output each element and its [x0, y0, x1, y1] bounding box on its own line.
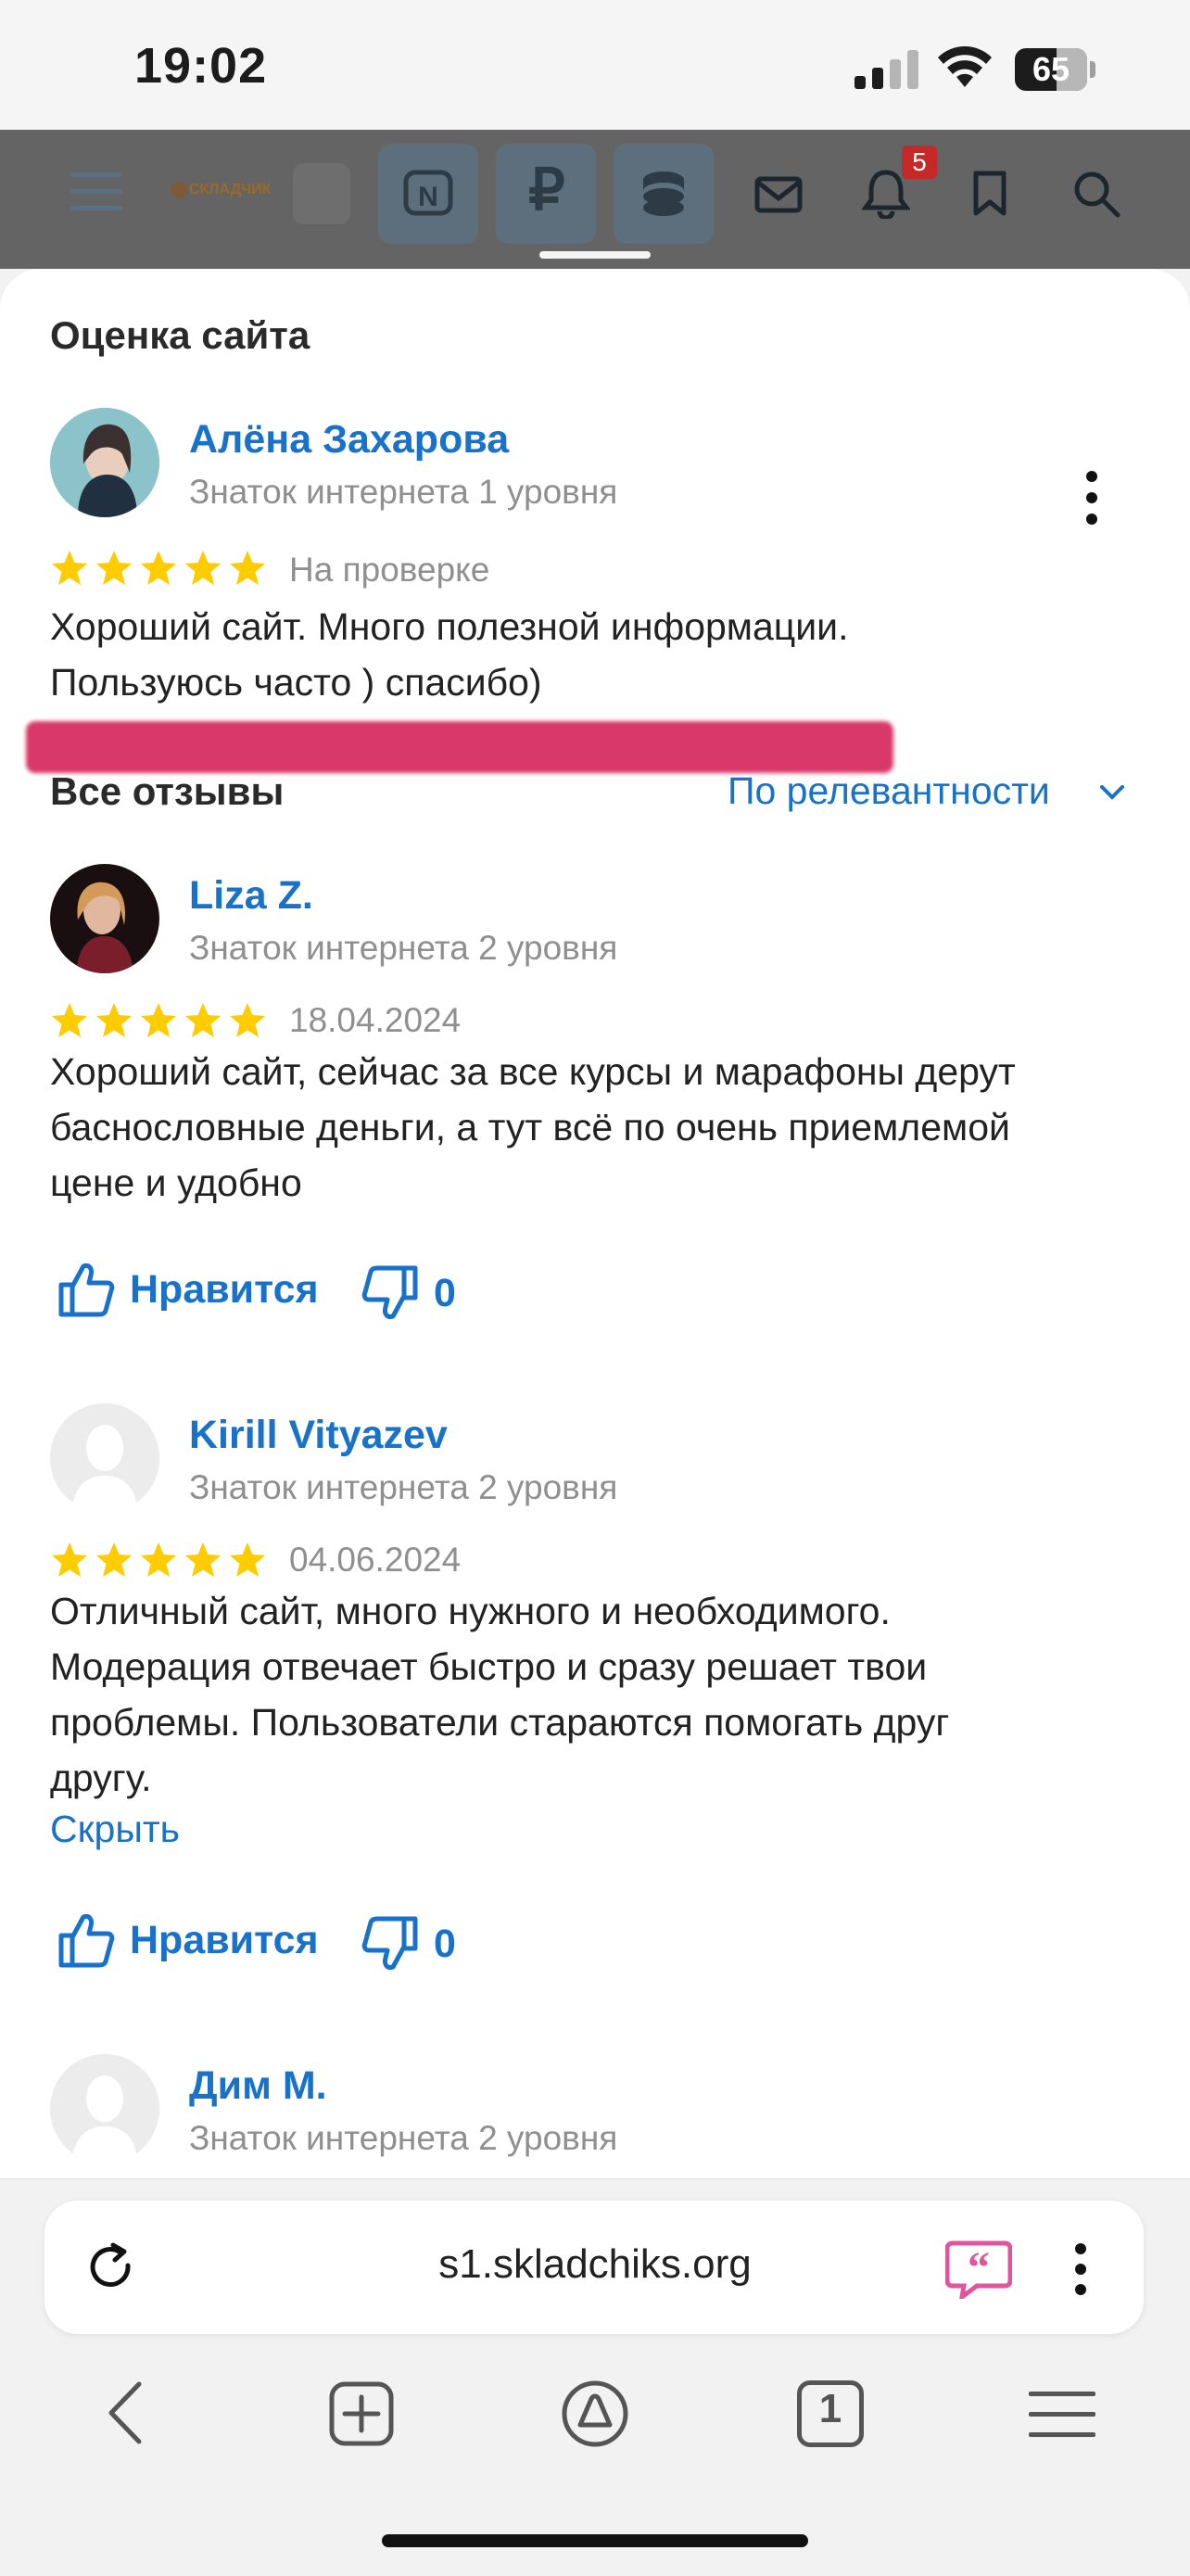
star-icon	[185, 1542, 221, 1577]
thumbs-up-icon	[58, 1263, 115, 1317]
reviewer-name[interactable]: Liza Z.	[189, 873, 313, 919]
star-icon	[141, 551, 176, 585]
svg-text:“: “	[968, 2243, 990, 2292]
quote-chat-icon[interactable]: “	[945, 2240, 1012, 2299]
home-indicator	[382, 2534, 808, 2547]
wifi-icon	[938, 46, 992, 87]
star-icon	[52, 1542, 87, 1577]
site-logo-icon	[171, 182, 187, 198]
star-icon	[96, 1003, 132, 1037]
star-icon	[141, 1003, 176, 1037]
alice-assistant-icon[interactable]	[560, 2379, 630, 2449]
reviewer-level: Знаток интернета 2 уровня	[189, 2119, 618, 2157]
review-text: Отличный сайт, много нужного и необходим…	[50, 1590, 950, 1799]
avatar[interactable]	[50, 2054, 159, 2164]
menu-icon[interactable]	[70, 171, 122, 213]
sort-dropdown[interactable]: По релевантности	[728, 769, 1050, 813]
reviewer-level: Знаток интернета 1 уровня	[189, 473, 618, 511]
dislike-count: 0	[434, 1270, 456, 1315]
user-avatar[interactable]	[293, 163, 350, 224]
star-icon	[96, 551, 132, 585]
tab-count: 1	[818, 2386, 842, 2431]
news-n-icon: N	[403, 170, 453, 216]
star-icon	[185, 551, 221, 585]
battery-level: 65	[1032, 50, 1070, 88]
notification-badge: 5	[902, 146, 937, 179]
dislike-button[interactable]: 0	[360, 1263, 456, 1324]
chevron-down-icon[interactable]	[1099, 784, 1125, 801]
thumbs-down-icon	[361, 1916, 418, 1970]
rating-stars	[50, 1001, 267, 1040]
star-icon	[230, 551, 265, 585]
svg-text:N: N	[418, 182, 438, 212]
review-date: 18.04.2024	[289, 1001, 462, 1039]
review-status: На проверке	[289, 551, 490, 589]
thumbs-down-icon	[361, 1265, 418, 1319]
star-icon	[96, 1542, 132, 1577]
star-icon	[141, 1542, 176, 1577]
reviewer-level: Знаток интернета 2 уровня	[189, 929, 618, 967]
reviewer-name[interactable]: Kirill Vityazev	[189, 1413, 448, 1458]
mail-icon[interactable]	[754, 176, 803, 213]
dislike-button[interactable]: 0	[360, 1913, 456, 1974]
dislike-count: 0	[434, 1921, 456, 1966]
cellular-signal-icon	[855, 50, 918, 89]
search-icon[interactable]	[1071, 169, 1121, 219]
like-label: Нравится	[130, 1917, 319, 1962]
star-icon	[230, 1542, 265, 1577]
avatar[interactable]	[50, 864, 159, 973]
star-icon	[52, 1003, 87, 1037]
thumbs-up-icon	[58, 1914, 115, 1968]
site-logo[interactable]: СКЛАДЧИК	[189, 182, 271, 198]
menu-icon[interactable]	[1027, 2390, 1097, 2438]
all-reviews-title: Все отзывы	[50, 769, 285, 813]
more-options-icon[interactable]	[1071, 2241, 1090, 2297]
star-icon	[230, 1003, 265, 1037]
like-button[interactable]: Нравится	[56, 1910, 319, 1971]
review-date: 04.06.2024	[289, 1541, 462, 1579]
rating-stars	[50, 1541, 267, 1580]
coins-icon	[643, 171, 684, 216]
reviewer-level: Знаток интернета 2 уровня	[189, 1468, 618, 1506]
sheet-grab-handle[interactable]	[539, 251, 651, 259]
star-icon	[185, 1003, 221, 1037]
bookmark-icon[interactable]	[971, 171, 1008, 217]
avatar[interactable]	[50, 1403, 159, 1513]
redaction-mark	[26, 721, 893, 773]
ruble-icon: ₽	[528, 159, 565, 222]
hide-link[interactable]: Скрыть	[50, 1808, 180, 1851]
more-options-icon[interactable]	[1082, 469, 1101, 527]
back-icon[interactable]	[104, 2380, 150, 2445]
like-label: Нравится	[130, 1266, 319, 1312]
star-icon	[52, 551, 87, 585]
new-tab-icon[interactable]	[328, 2380, 395, 2447]
reviewer-name[interactable]: Дим М.	[189, 2063, 327, 2109]
review-text: Хороший сайт, сейчас за все курсы и мара…	[50, 1050, 1016, 1204]
like-button[interactable]: Нравится	[56, 1259, 319, 1320]
reviewer-name[interactable]: Алёна Захарова	[189, 417, 509, 463]
rating-stars	[50, 549, 267, 588]
review-text: Хороший сайт. Много полезной информации.…	[50, 605, 849, 704]
avatar[interactable]	[50, 408, 159, 517]
rating-section-title: Оценка сайта	[50, 313, 310, 357]
status-time: 19:02	[134, 38, 268, 94]
